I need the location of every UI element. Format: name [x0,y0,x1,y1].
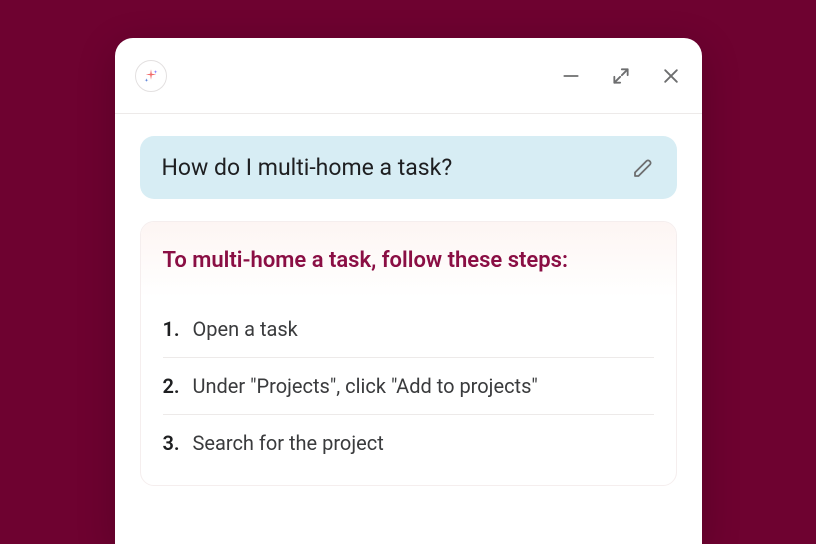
ai-assistant-modal: How do I multi-home a task? To multi-hom… [115,38,702,544]
titlebar-actions [560,65,682,87]
step-number: 1. [163,317,181,341]
edit-question-button[interactable] [631,156,655,180]
step-number: 3. [163,431,181,455]
answer-title: To multi-home a task, follow these steps… [163,248,654,273]
question-bubble: How do I multi-home a task? [140,136,677,199]
step-text: Open a task [193,317,298,341]
content-area: How do I multi-home a task? To multi-hom… [115,114,702,508]
step-item: 1. Open a task [163,301,654,358]
sparkle-logo [135,60,167,92]
step-item: 2. Under "Projects", click "Add to proje… [163,358,654,415]
steps-list: 1. Open a task 2. Under "Projects", clic… [141,297,676,485]
step-number: 2. [163,374,181,398]
step-text: Search for the project [193,431,384,455]
step-text: Under "Projects", click "Add to projects… [193,374,538,398]
titlebar [115,38,702,114]
close-button[interactable] [660,65,682,87]
answer-header: To multi-home a task, follow these steps… [141,222,676,297]
minimize-button[interactable] [560,65,582,87]
question-text: How do I multi-home a task? [162,154,453,181]
step-item: 3. Search for the project [163,415,654,471]
answer-card: To multi-home a task, follow these steps… [140,221,677,486]
expand-button[interactable] [610,65,632,87]
